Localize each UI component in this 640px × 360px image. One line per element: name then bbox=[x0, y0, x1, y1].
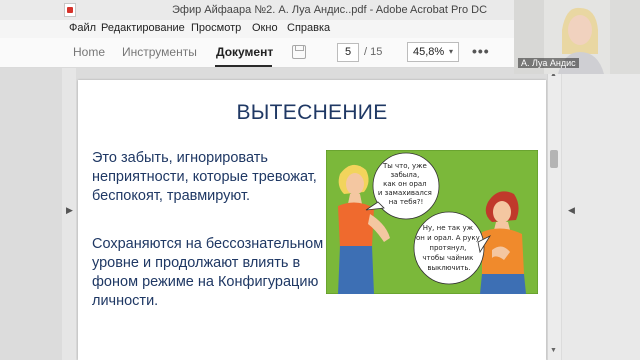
menu-edit[interactable]: Редактирование bbox=[101, 22, 185, 34]
more-icon[interactable]: ••• bbox=[472, 43, 490, 59]
comic-illustration: Ты что, уже забыла, как он орал и замахи… bbox=[326, 150, 538, 294]
menu-file[interactable]: Файл bbox=[69, 22, 96, 34]
acrobat-icon bbox=[64, 3, 76, 17]
menu-window[interactable]: Окно bbox=[252, 22, 278, 34]
page-total: / 15 bbox=[364, 46, 383, 58]
menu-view[interactable]: Просмотр bbox=[191, 22, 241, 34]
menu-help[interactable]: Справка bbox=[287, 22, 330, 34]
window-title: Эфир Айфаара №2. А. Луа Андис..pdf - Ado… bbox=[172, 4, 488, 16]
page-number-input[interactable]: 5 bbox=[337, 43, 359, 62]
expand-left-panel-icon[interactable]: ▶ bbox=[66, 205, 73, 216]
slide-paragraph-1: Это забыть, игнорировать неприятности, к… bbox=[92, 150, 317, 204]
scroll-down-icon[interactable]: ▼ bbox=[550, 347, 557, 354]
vertical-scrollbar[interactable] bbox=[547, 68, 561, 360]
active-tab-indicator bbox=[215, 65, 272, 67]
tab-tools[interactable]: Инструменты bbox=[122, 45, 197, 59]
slide-paragraph-2: Сохраняются на бессознательном уровне и … bbox=[92, 236, 324, 309]
tab-document[interactable]: Документ bbox=[216, 45, 273, 59]
save-icon[interactable] bbox=[292, 45, 306, 59]
webcam-video: А. Луа Андис bbox=[514, 0, 640, 74]
chevron-down-icon: ▾ bbox=[449, 47, 454, 56]
tab-home[interactable]: Home bbox=[73, 45, 105, 59]
webcam-participant-name: А. Луа Андис bbox=[518, 58, 579, 68]
expand-right-panel-icon[interactable]: ◀ bbox=[568, 205, 575, 216]
slide-title: ВЫТЕСНЕНИЕ bbox=[236, 101, 388, 124]
scrollbar-thumb[interactable] bbox=[550, 150, 558, 168]
zoom-value: 45,8% bbox=[413, 46, 445, 58]
zoom-select[interactable]: 45,8% ▾ bbox=[407, 42, 459, 62]
